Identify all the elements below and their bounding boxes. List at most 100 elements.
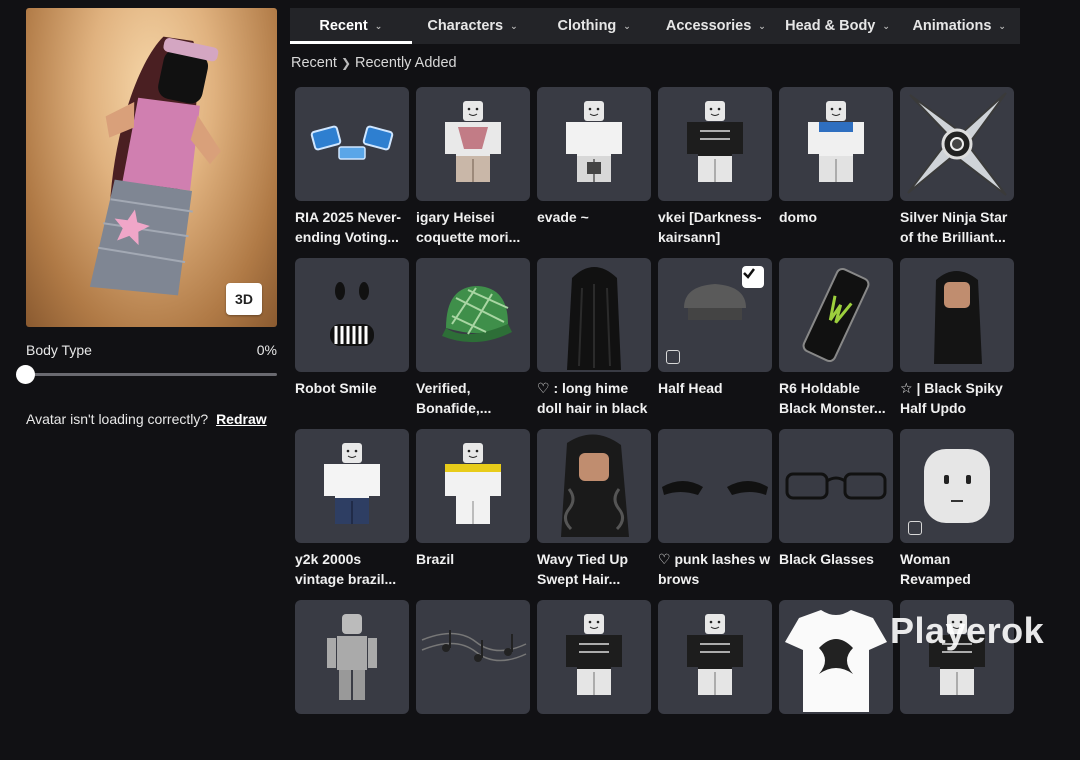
chevron-down-icon: ⌄: [758, 20, 766, 31]
item-card[interactable]: Black Glasses: [779, 429, 893, 589]
item-name: evade ~: [537, 209, 589, 225]
breadcrumb-root[interactable]: Recent: [291, 55, 337, 71]
tab-label: Recent: [319, 18, 368, 34]
item-thumbnail[interactable]: [295, 87, 409, 201]
item-card[interactable]: ♡ : long hime doll hair in black: [537, 258, 651, 418]
item-name: Black Glasses: [779, 551, 874, 567]
item-card[interactable]: ♡ punk lashes w brows: [658, 429, 772, 589]
shirt-jeans-icon: [324, 443, 380, 524]
chevron-down-icon: ⌄: [882, 20, 890, 31]
item-thumbnail[interactable]: [658, 87, 772, 201]
item-thumbnail[interactable]: [537, 87, 651, 201]
item-card[interactable]: [779, 600, 893, 760]
item-name: [900, 720, 1014, 760]
item-card[interactable]: y2k 2000s vintage brazil...: [295, 429, 409, 589]
tab-animations[interactable]: Animations ⌄: [898, 8, 1020, 44]
item-name: RIA 2025 Never-ending Voting...: [295, 209, 402, 245]
item-thumbnail[interactable]: [779, 258, 893, 372]
shirt-black-icon: [566, 614, 622, 695]
item-name: Woman Revamped: [900, 551, 971, 587]
item-card[interactable]: evade ~: [537, 87, 651, 247]
can-icon: [802, 268, 870, 362]
tab-label: Characters: [427, 18, 504, 34]
item-card[interactable]: domo: [779, 87, 893, 247]
glasses-black-icon: [785, 472, 887, 500]
item-thumbnail[interactable]: [658, 429, 772, 543]
item-card[interactable]: Silver Ninja Star of the Brilliant...: [900, 87, 1014, 247]
tab-characters[interactable]: Characters ⌄: [412, 8, 534, 44]
item-thumbnail[interactable]: [295, 429, 409, 543]
item-thumbnail[interactable]: [658, 258, 772, 372]
body-type-slider-thumb[interactable]: [16, 365, 35, 384]
item-card[interactable]: igary Heisei coquette mori...: [416, 87, 530, 247]
item-card[interactable]: R6 Holdable Black Monster...: [779, 258, 893, 418]
item-thumbnail[interactable]: [537, 429, 651, 543]
item-thumbnail[interactable]: [779, 429, 893, 543]
item-card[interactable]: ☆ | Black Spiky Half Updo: [900, 258, 1014, 418]
lashes-icon: [662, 481, 768, 495]
item-thumbnail[interactable]: [779, 600, 893, 714]
item-name: Silver Ninja Star of the Brilliant...: [900, 209, 1008, 245]
item-thumbnail[interactable]: [900, 87, 1014, 201]
item-name: Verified, Bonafide,...: [416, 380, 492, 416]
item-name: [779, 720, 893, 760]
item-thumbnail[interactable]: [900, 258, 1014, 372]
tab-recent[interactable]: Recent ⌄: [290, 8, 412, 44]
chevron-right-icon: ❯: [340, 56, 352, 70]
item-name: [658, 720, 772, 760]
item-thumbnail[interactable]: [416, 87, 530, 201]
item-name: domo: [779, 209, 818, 225]
item-card[interactable]: [416, 600, 530, 760]
item-thumbnail[interactable]: [416, 429, 530, 543]
item-thumbnail[interactable]: [295, 258, 409, 372]
item-card[interactable]: Wavy Tied Up Swept Hair...: [537, 429, 651, 589]
view-3d-toggle[interactable]: 3D: [226, 283, 262, 315]
item-card[interactable]: Robot Smile: [295, 258, 409, 418]
item-thumbnail[interactable]: [537, 600, 651, 714]
item-thumbnail[interactable]: [658, 600, 772, 714]
item-card[interactable]: [658, 600, 772, 760]
hair-updo-icon: [934, 271, 982, 364]
item-thumbnail[interactable]: [295, 600, 409, 714]
redraw-link[interactable]: Redraw: [216, 411, 267, 427]
breadcrumb: Recent ❯ Recently Added: [291, 55, 457, 71]
body-type-slider-track[interactable]: [26, 373, 277, 376]
item-thumbnail[interactable]: [416, 258, 530, 372]
item-card[interactable]: vkei [Darkness-kairsann]: [658, 87, 772, 247]
item-card[interactable]: [295, 600, 409, 760]
tab-label: Accessories: [665, 18, 752, 34]
item-name: ♡ punk lashes w brows: [658, 551, 771, 587]
item-card[interactable]: RIA 2025 Never-ending Voting...: [295, 87, 409, 247]
glasses-blue-icon: [310, 125, 394, 160]
item-card[interactable]: Brazil: [416, 429, 530, 589]
avatar-preview[interactable]: 3D: [26, 8, 277, 327]
item-card[interactable]: Verified, Bonafide,...: [416, 258, 530, 418]
breadcrumb-current: Recently Added: [355, 55, 457, 71]
chevron-down-icon: ⌄: [374, 20, 383, 31]
shirt-white-icon: [566, 101, 622, 182]
tab-clothing[interactable]: Clothing ⌄: [533, 8, 655, 44]
item-name: Wavy Tied Up Swept Hair...: [537, 551, 629, 587]
item-name: Brazil: [416, 551, 455, 567]
item-name: vkei [Darkness-kairsann]: [658, 209, 762, 245]
dynamic-head-icon: [908, 521, 922, 535]
checkmark-icon[interactable]: [742, 266, 764, 288]
face-icon: [330, 282, 374, 346]
hair-black-icon: [567, 267, 621, 370]
body-type-label: Body Type: [26, 342, 92, 358]
item-thumbnail[interactable]: [900, 429, 1014, 543]
item-card[interactable]: Woman Revamped: [900, 429, 1014, 589]
item-thumbnail[interactable]: [537, 258, 651, 372]
item-card[interactable]: [537, 600, 651, 760]
item-name: R6 Holdable Black Monster...: [779, 380, 886, 416]
item-thumbnail[interactable]: [416, 600, 530, 714]
chevron-down-icon: ⌄: [998, 20, 1006, 31]
category-tabs: Recent ⌄ Characters ⌄ Clothing ⌄ Accessorie…: [290, 8, 1020, 44]
tab-head-and-body[interactable]: Head & Body ⌄: [777, 8, 899, 44]
tab-accessories[interactable]: Accessories ⌄: [655, 8, 777, 44]
tab-label: Animations: [912, 18, 992, 34]
item-name: Robot Smile: [295, 380, 377, 396]
body-type-value: 0%: [256, 342, 277, 358]
item-thumbnail[interactable]: [779, 87, 893, 201]
item-card[interactable]: Half Head: [658, 258, 772, 418]
